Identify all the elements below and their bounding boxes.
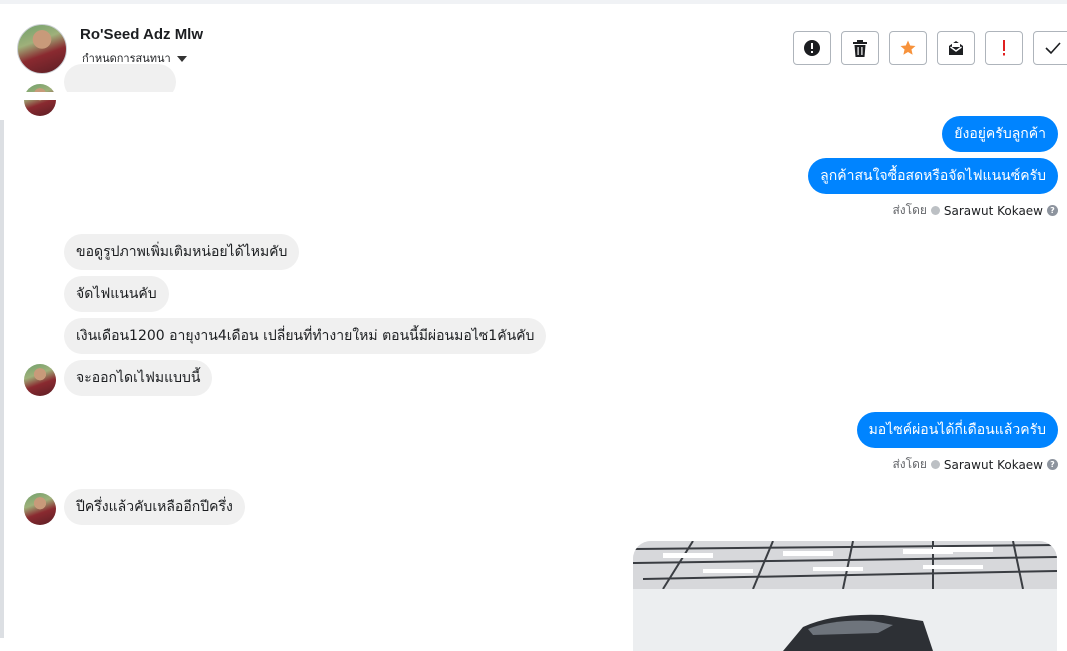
delete-button[interactable] bbox=[841, 31, 879, 65]
exclamation-icon bbox=[1003, 40, 1005, 56]
agent-status-icon bbox=[930, 460, 940, 469]
mail-archive-icon bbox=[949, 41, 963, 55]
check-icon bbox=[1045, 42, 1061, 55]
contact-avatar[interactable] bbox=[17, 24, 67, 74]
trash-icon bbox=[853, 39, 867, 57]
contact-name[interactable]: Ro'Seed Adz Mlw bbox=[80, 26, 203, 43]
contact-avatar-small[interactable] bbox=[24, 364, 56, 396]
message-incoming[interactable]: เงินเดือน1200 อายุงาน4เดือน เปลี่ยนที่ทำ… bbox=[64, 318, 547, 354]
contact-avatar-small[interactable] bbox=[24, 493, 56, 525]
sent-by-label: ส่งโดย bbox=[892, 203, 927, 217]
message-incoming[interactable]: ขอดูรูปภาพเพิ่มเติมหน่อยได้ไหมคับ bbox=[64, 234, 300, 270]
header-shadow bbox=[0, 92, 1067, 100]
agent-name[interactable]: Sarawut Kokaew bbox=[944, 204, 1043, 218]
help-icon[interactable]: ? bbox=[1047, 459, 1058, 470]
mark-done-button[interactable] bbox=[1033, 31, 1067, 65]
mark-important-button[interactable] bbox=[985, 31, 1023, 65]
message-incoming[interactable]: จัดไฟแนนคับ bbox=[64, 276, 169, 312]
caret-down-icon bbox=[176, 56, 187, 62]
help-icon[interactable]: ? bbox=[1047, 205, 1058, 216]
alert-circle-icon bbox=[804, 40, 820, 56]
sent-by-info: ส่งโดย Sarawut Kokaew ? bbox=[892, 455, 1058, 474]
star-button[interactable] bbox=[889, 31, 927, 65]
agent-name[interactable]: Sarawut Kokaew bbox=[944, 458, 1043, 472]
archive-button[interactable] bbox=[937, 31, 975, 65]
star-icon bbox=[900, 40, 916, 55]
agent-status-icon bbox=[930, 206, 940, 215]
sent-by-label: ส่งโดย bbox=[892, 457, 927, 471]
message-outgoing[interactable]: ลูกค้าสนใจซื้อสดหรือจัดไฟแนนซ์ครับ bbox=[808, 158, 1058, 194]
message-incoming[interactable]: จะออกไดเไฟมแบบนี้ bbox=[64, 360, 213, 396]
contact-avatar-small bbox=[24, 84, 56, 116]
scrollbar[interactable] bbox=[0, 120, 4, 638]
car-photo-image bbox=[633, 541, 1057, 651]
sent-by-info: ส่งโดย Sarawut Kokaew ? bbox=[892, 201, 1058, 220]
message-outgoing[interactable]: มอไซค์ผ่อนได้กี่เดือนแล้วครับ bbox=[856, 412, 1058, 448]
car-photo-attachment[interactable] bbox=[633, 541, 1057, 651]
mark-spam-button[interactable] bbox=[793, 31, 831, 65]
message-incoming[interactable]: ปีครึ่งแล้วคับเหลืออีกปีครึ่ง bbox=[64, 489, 245, 525]
message-outgoing[interactable]: ยังอยู่ครับลูกค้า bbox=[942, 116, 1058, 152]
